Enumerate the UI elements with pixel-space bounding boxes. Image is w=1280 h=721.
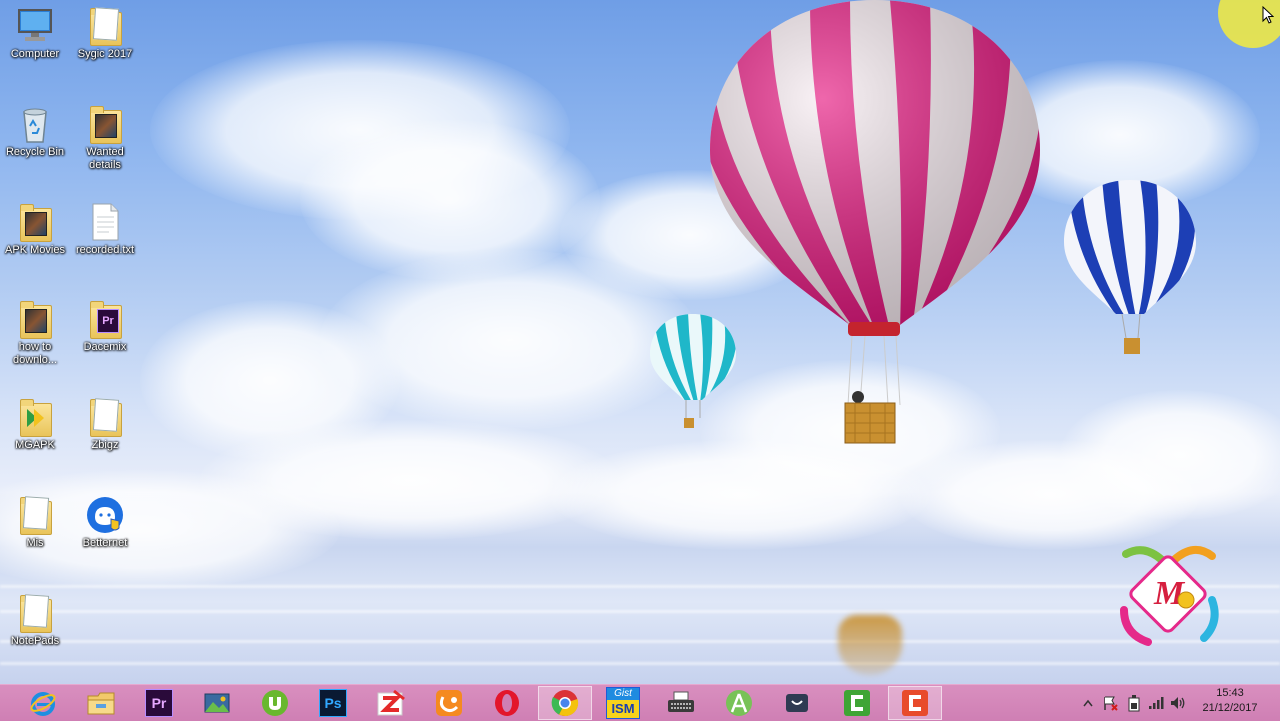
desktop-icon-recycle-bin[interactable]: Recycle Bin (0, 104, 70, 159)
recycle-bin-icon (23, 108, 47, 143)
desktop-icon-computer[interactable]: Computer (0, 6, 70, 61)
taskbar-premiere[interactable]: Pr (132, 686, 186, 720)
camtasia-green-icon (844, 690, 870, 716)
desktop-icon-label: Recycle Bin (5, 146, 65, 158)
movies-corner-logo: M (1114, 540, 1222, 648)
power-icon (1128, 695, 1140, 712)
desktop-icon-label: Sygic 2017 (77, 48, 133, 60)
folder-icon (15, 593, 55, 633)
desktop-icon-label: APK Movies (5, 244, 65, 256)
taskbar-camtasia-recorder[interactable] (888, 686, 942, 720)
volume-icon (1171, 697, 1185, 709)
chrome-icon (551, 690, 579, 717)
taskbar-chrome[interactable] (538, 686, 592, 720)
desktop-icon-label: NotePads (10, 635, 60, 647)
desktop-icon-dacemix[interactable]: Pr Dacemix (70, 299, 140, 354)
action-center-button[interactable] (1100, 685, 1120, 721)
desktop-icon-betternet[interactable]: Betternet (70, 495, 140, 550)
desktop-icon-label: Zbigz (91, 439, 119, 451)
taskbar-uc-browser[interactable] (422, 686, 476, 720)
network-signal-icon (1149, 697, 1164, 709)
taskbar-utorrent[interactable] (248, 686, 302, 720)
taskbar-clock[interactable]: 15:43 21/12/2017 (1192, 686, 1268, 716)
desktop-icon-apk-movies[interactable]: APK Movies (0, 202, 70, 257)
desktop-icon-notepads[interactable]: NotePads (0, 593, 70, 648)
desktop-icon-label: recorded.txt (75, 244, 135, 256)
typewriter-icon (668, 691, 694, 712)
desktop-icon-mgapk[interactable]: MGAPK (0, 397, 70, 452)
taskbar: Pr Ps Gist ISM (0, 684, 1280, 721)
desktop-icon-label: Computer (10, 48, 60, 60)
taskbar-photoshop[interactable]: Ps (306, 686, 360, 720)
opera-icon (495, 690, 519, 716)
folder-icon (15, 202, 55, 242)
volume-button[interactable] (1168, 685, 1188, 721)
desktop-icon-zbigz[interactable]: Zbigz (70, 397, 140, 452)
android-studio-icon (726, 690, 752, 716)
desktop-icon-label: Dacemix (83, 341, 127, 353)
desktop-icon-sygic-2017[interactable]: Sygic 2017 (70, 6, 140, 61)
premiere-folder-icon: Pr (85, 299, 125, 339)
clock-date: 21/12/2017 (1202, 702, 1258, 714)
taskbar-android-studio[interactable] (712, 686, 766, 720)
show-hidden-icons-icon (1083, 699, 1093, 707)
mouse-pointer-icon (1262, 6, 1274, 24)
desktop-icon-recorded-txt[interactable]: recorded.txt (70, 202, 140, 257)
desktop-icon-label: MGAPK (15, 439, 55, 451)
taskbar-typewriter[interactable] (654, 686, 708, 720)
internet-explorer-icon (30, 692, 56, 716)
betternet-icon (87, 497, 123, 533)
webcam-icon (786, 694, 808, 712)
taskbar-webcam[interactable] (770, 686, 824, 720)
clock-time: 15:43 (1216, 687, 1244, 699)
power-button[interactable] (1124, 685, 1144, 721)
text-file-icon (92, 203, 119, 241)
photos-icon (204, 693, 230, 713)
file-explorer-icon (87, 692, 115, 715)
camtasia-recorder-icon (902, 690, 928, 716)
desktop-icon-label: Wanted details (86, 146, 124, 171)
network-button[interactable] (1146, 685, 1166, 721)
desktop-icon-label: how to downlo... (12, 341, 58, 366)
folder-icon (15, 299, 55, 339)
computer-icon (18, 9, 52, 41)
desktop-icon-how-to-download[interactable]: how to downlo... (0, 299, 70, 367)
premiere-icon: Pr (145, 689, 173, 717)
gist-ism-icon: Gist ISM (606, 687, 640, 719)
desktop-icon-label: Betternet (82, 537, 128, 549)
taskbar-opera[interactable] (480, 686, 534, 720)
taskbar-photos[interactable] (190, 686, 244, 720)
taskbar-gist-ism[interactable]: Gist ISM (596, 686, 650, 720)
desktop-wallpaper: M (0, 0, 1280, 684)
desktop-icon-mis[interactable]: Mis (0, 495, 70, 550)
taskbar-camtasia[interactable] (830, 686, 884, 720)
pink-hot-air-balloon (710, 0, 1040, 444)
desktop-icon-wanted-details[interactable]: Wanted details (70, 104, 140, 172)
show-hidden-icons-button[interactable] (1080, 685, 1096, 721)
action-center-flag-icon (1104, 696, 1118, 711)
folder-icon (85, 397, 125, 437)
folder-icon (85, 104, 125, 144)
folder-icon (15, 397, 55, 437)
balloon-reflection (838, 615, 902, 675)
taskbar-internet-explorer[interactable] (16, 686, 70, 720)
uc-browser-icon (436, 690, 462, 716)
teal-hot-air-balloon (650, 314, 736, 428)
blue-hot-air-balloon (1064, 180, 1196, 354)
folder-icon (15, 495, 55, 535)
taskbar-file-explorer[interactable] (74, 686, 128, 720)
zbigz-icon (377, 689, 405, 716)
desktop-icon-label: Mis (26, 537, 44, 549)
folder-icon (85, 6, 125, 46)
taskbar-zbigz[interactable] (364, 686, 418, 720)
photoshop-icon: Ps (319, 689, 347, 717)
utorrent-icon (262, 690, 288, 716)
